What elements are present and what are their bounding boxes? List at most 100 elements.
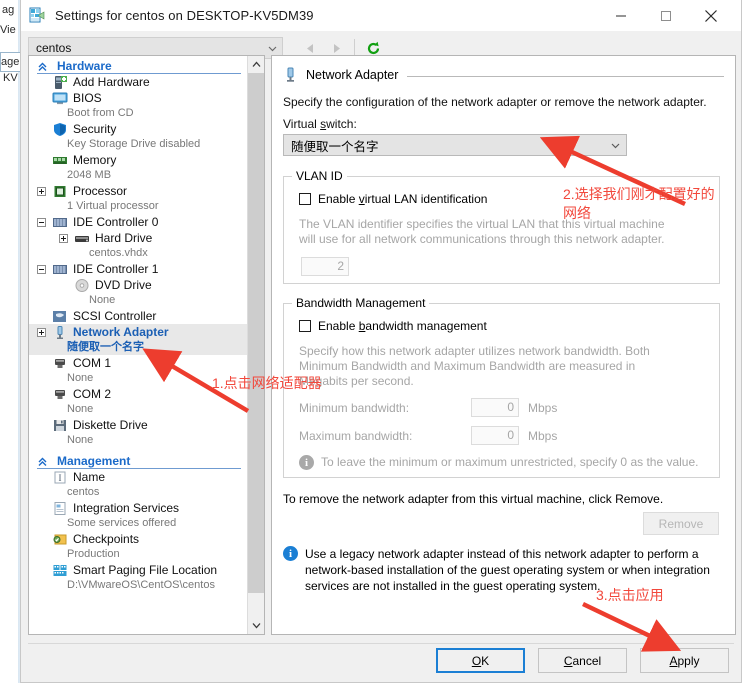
sidebar-item-checkpoints[interactable]: Checkpoints Production (29, 531, 247, 562)
sidebar-item-label: Diskette Drive (73, 418, 148, 432)
com-port-icon (52, 387, 68, 402)
maximize-icon[interactable] (643, 0, 688, 31)
name-icon: I (52, 470, 68, 485)
sidebar-item-label: SCSI Controller (73, 309, 157, 323)
sidebar-item-sub: Some services offered (67, 517, 177, 529)
expander-minus-icon[interactable] (37, 217, 46, 227)
sidebar-item-sub: 1 Virtual processor (67, 200, 159, 212)
sidebar-item-hard-drive[interactable]: Hard Drive centos.vhdx (29, 230, 247, 261)
sidebar-item-label: Memory (73, 153, 117, 167)
sidebar-item-ide-controller-0[interactable]: IDE Controller 0 (29, 214, 247, 230)
sidebar-item-label: Hard Drive (95, 231, 153, 245)
expander-plus-icon[interactable] (59, 233, 68, 243)
sidebar-item-label: Add Hardware (73, 75, 150, 89)
sidebar-item-com-1[interactable]: COM 1 None (29, 355, 247, 386)
enable-vlan-label: Enable virtual LAN identification (318, 192, 488, 206)
chevron-down-icon (610, 140, 621, 151)
expander-plus-icon[interactable] (37, 327, 46, 337)
sidebar-scrollbar-thumb[interactable] (248, 73, 264, 593)
maximum-bandwidth-unit: Mbps (528, 428, 558, 443)
sidebar-item-label: COM 1 (73, 356, 112, 370)
sidebar-item-label: Checkpoints (73, 532, 140, 546)
sidebar-item-sub: 2048 MB (67, 169, 112, 181)
legacy-adapter-info: i Use a legacy network adapter instead o… (283, 546, 724, 594)
sidebar-item-sub: centos (67, 486, 100, 498)
enable-bandwidth-label: Enable bandwidth management (318, 319, 487, 333)
remove-button[interactable]: Remove (643, 512, 719, 535)
sidebar-section-label: Hardware (57, 58, 112, 73)
ide-controller-icon (52, 262, 68, 277)
minimum-bandwidth-input[interactable]: 0 (471, 398, 519, 417)
bandwidth-management-group: Bandwidth Management Enable bandwidth ma… (283, 296, 724, 478)
enable-vlan-checkbox[interactable] (299, 193, 311, 205)
background-text-fragment-2: age (1, 56, 20, 68)
apply-button[interactable]: Apply (640, 648, 729, 673)
sidebar-item-memory[interactable]: Memory 2048 MB (29, 152, 247, 183)
enable-vlan-checkbox-row[interactable]: Enable virtual LAN identification (299, 189, 712, 209)
double-chevron-up-icon (37, 61, 48, 71)
sidebar-item-network-adapter[interactable]: Network Adapter 随便取一个名字 (29, 324, 247, 355)
vm-selector-value: centos (36, 41, 72, 55)
sidebar-scrollbar[interactable] (247, 56, 264, 634)
sidebar-item-ide-controller-1[interactable]: IDE Controller 1 (29, 261, 247, 277)
dialog-footer: OK Cancel Apply (436, 648, 729, 673)
minimize-icon[interactable] (598, 0, 643, 31)
sidebar-item-sub: Key Storage Drive disabled (67, 138, 201, 150)
vlan-group-title: VLAN ID (292, 169, 347, 183)
add-hardware-icon (52, 75, 68, 90)
sidebar-item-name[interactable]: I Name centos (29, 469, 247, 500)
hard-drive-icon (74, 231, 90, 246)
sidebar-item-add-hardware[interactable]: Add Hardware (29, 74, 247, 90)
sidebar-item-label: Security (73, 122, 117, 136)
minimum-bandwidth-row: Minimum bandwidth: 0 Mbps (299, 398, 712, 417)
panel-description: Specify the configuration of the network… (283, 95, 707, 109)
scroll-down-arrow-icon[interactable] (248, 617, 264, 634)
double-chevron-up-icon (37, 456, 48, 466)
sidebar-item-security[interactable]: Security Key Storage Drive disabled (29, 121, 247, 152)
vlan-help-text: The VLAN identifier specifies the virtua… (299, 217, 665, 246)
enable-bandwidth-checkbox[interactable] (299, 320, 311, 332)
com-port-icon (52, 356, 68, 371)
network-adapter-icon (283, 67, 298, 83)
sidebar-section-management[interactable]: Management (29, 452, 247, 469)
integration-services-icon (52, 501, 68, 516)
panel-title: Network Adapter (306, 68, 399, 82)
sidebar-item-sub: None (67, 434, 94, 446)
sidebar-item-sub: None (89, 294, 116, 306)
ok-button[interactable]: OK (436, 648, 525, 673)
sidebar-item-dvd-drive[interactable]: DVD Drive None (29, 277, 247, 308)
enable-bandwidth-checkbox-row[interactable]: Enable bandwidth management (299, 316, 712, 336)
sidebar-section-hardware[interactable]: Hardware (29, 57, 247, 74)
settings-dialog: Settings for centos on DESKTOP-KV5DM39 c… (20, 0, 742, 683)
network-adapter-icon (52, 325, 68, 340)
scroll-up-arrow-icon[interactable] (248, 56, 264, 73)
close-icon[interactable] (688, 0, 733, 31)
sidebar-item-sub: D:\VMwareOS\CentOS\centos (67, 579, 215, 591)
sidebar-item-label: IDE Controller 0 (73, 215, 159, 229)
expander-minus-icon[interactable] (37, 264, 46, 274)
virtual-switch-combobox[interactable]: 随便取一个名字 (283, 134, 627, 156)
virtual-switch-label: Virtual switch: (283, 117, 357, 131)
minimum-bandwidth-label: Minimum bandwidth: (299, 400, 410, 415)
sidebar-item-sub: Production (67, 548, 120, 560)
sidebar-item-smart-paging-file-location[interactable]: Smart Paging File Location D:\VMwareOS\C… (29, 562, 247, 593)
sidebar-item-processor[interactable]: Processor 1 Virtual processor (29, 183, 247, 214)
remove-instruction: To remove the network adapter from this … (283, 492, 664, 506)
maximum-bandwidth-input[interactable]: 0 (471, 426, 519, 445)
maximum-bandwidth-row: Maximum bandwidth: 0 Mbps (299, 426, 712, 445)
virtual-switch-value: 随便取一个名字 (291, 139, 379, 154)
cancel-button[interactable]: Cancel (538, 648, 627, 673)
sidebar-item-scsi-controller[interactable]: SCSI Controller (29, 308, 247, 324)
bios-icon (52, 91, 68, 106)
sidebar-item-integration-services[interactable]: Integration Services Some services offer… (29, 500, 247, 531)
vlan-id-input[interactable]: 2 (301, 257, 349, 276)
sidebar-item-com-2[interactable]: COM 2 None (29, 386, 247, 417)
settings-tree: Hardware Add Hardware BIOS Boot from CD … (29, 56, 247, 634)
dialog-body: Hardware Add Hardware BIOS Boot from CD … (28, 55, 736, 635)
sidebar-item-bios[interactable]: BIOS Boot from CD (29, 90, 247, 121)
minimum-bandwidth-unit: Mbps (528, 400, 558, 415)
background-text-fragment-3: KV (3, 72, 18, 84)
expander-plus-icon[interactable] (37, 186, 46, 196)
security-shield-icon (52, 122, 68, 137)
sidebar-item-diskette-drive[interactable]: Diskette Drive None (29, 417, 247, 448)
